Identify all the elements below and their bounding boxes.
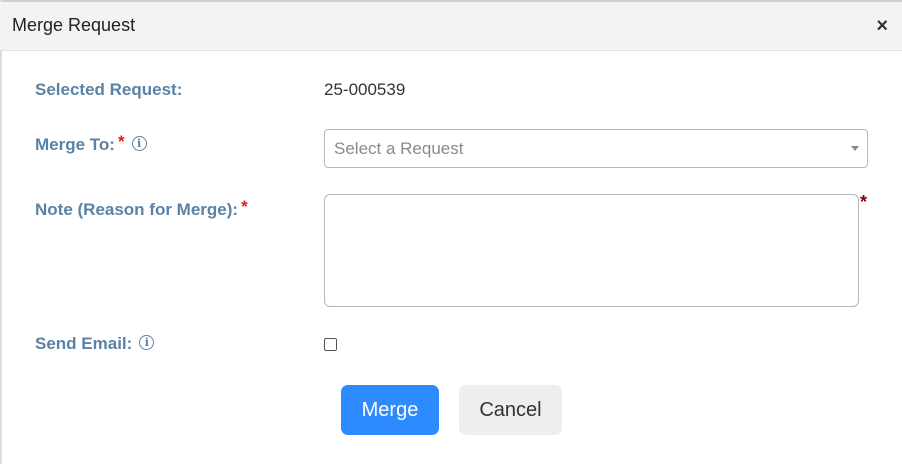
merge-to-select[interactable]: Select a Request xyxy=(324,129,868,168)
merge-to-label: Merge To: * i xyxy=(35,132,147,155)
info-icon[interactable]: i xyxy=(131,136,147,152)
merge-button[interactable]: Merge xyxy=(341,385,439,435)
required-asterisk: * xyxy=(117,132,125,151)
note-required-marker: * xyxy=(860,192,868,212)
dialog-title: Merge Request xyxy=(12,15,136,35)
send-email-label: Send Email: i xyxy=(35,334,155,354)
dialog-header: Merge Request × xyxy=(0,2,902,51)
dialog-left-border xyxy=(0,0,2,464)
info-icon[interactable]: i xyxy=(139,335,155,351)
close-icon[interactable]: × xyxy=(876,16,888,36)
merge-to-placeholder: Select a Request xyxy=(334,139,464,158)
note-textarea[interactable] xyxy=(324,194,859,307)
selected-request-value: 25-000539 xyxy=(324,80,406,99)
merge-request-dialog: Merge Request × Selected Request: 25-000… xyxy=(0,0,902,464)
selected-request-label-text: Selected Request: xyxy=(35,80,183,99)
chevron-down-icon xyxy=(851,146,859,151)
send-email-checkbox[interactable] xyxy=(324,338,337,351)
merge-to-label-text: Merge To: xyxy=(35,135,115,154)
required-asterisk: * xyxy=(241,197,248,216)
note-label: Note (Reason for Merge): * xyxy=(35,197,248,220)
send-email-label-text: Send Email: xyxy=(35,334,133,353)
cancel-button[interactable]: Cancel xyxy=(459,385,562,435)
note-label-text: Note (Reason for Merge): xyxy=(35,200,239,219)
selected-request-label: Selected Request: xyxy=(35,80,182,100)
